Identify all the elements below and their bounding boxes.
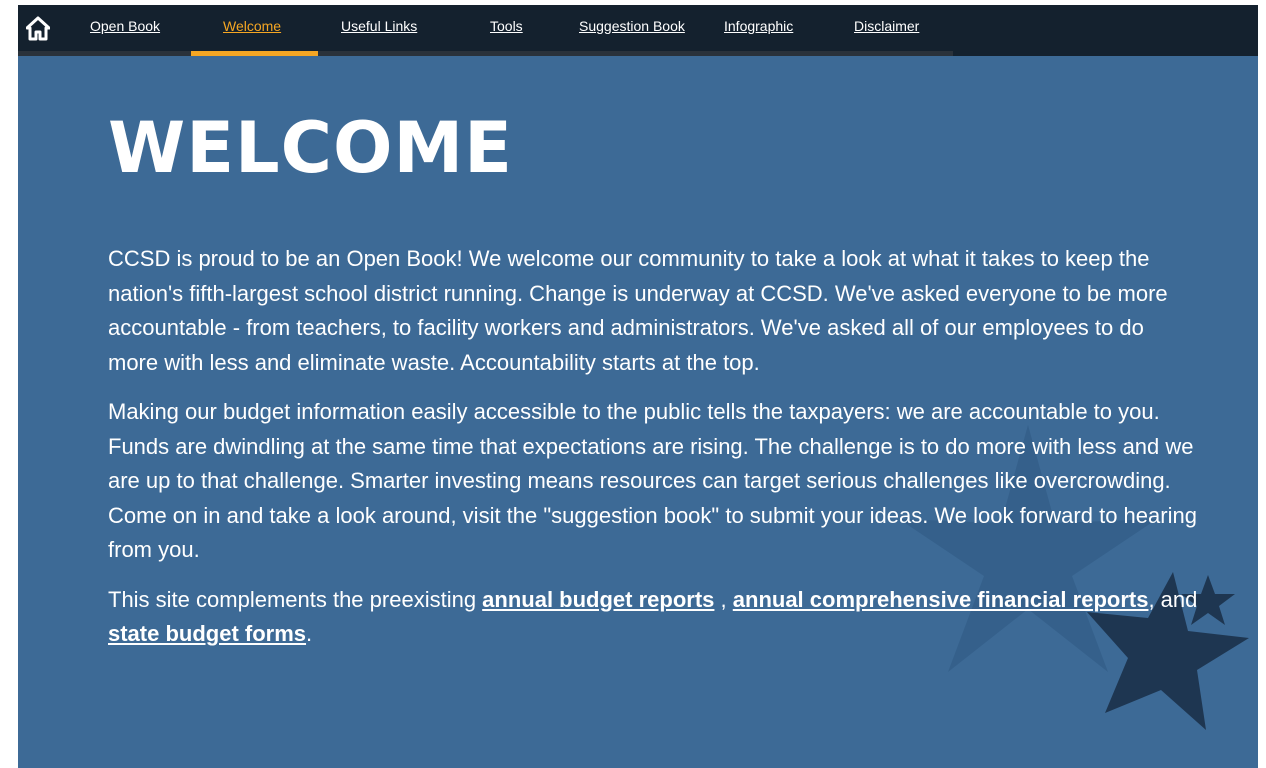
page-title: WELCOME	[108, 107, 513, 189]
intro-paragraph: CCSD is proud to be an Open Book! We wel…	[108, 246, 1168, 375]
nav-infographic[interactable]: Infographic	[724, 18, 793, 34]
nav-welcome[interactable]: Welcome	[223, 18, 281, 34]
home-icon	[25, 16, 51, 41]
top-nav-bar: Open Book Welcome Useful Links Tools Sug…	[18, 5, 1258, 56]
nav-underline	[18, 51, 953, 56]
state-budget-forms-link[interactable]: state budget forms	[108, 621, 306, 646]
separator-and: , and	[1148, 586, 1198, 612]
budget-paragraph: Making our budget information easily acc…	[108, 399, 1197, 562]
complements-prefix: This site complements the preexisting	[108, 586, 483, 612]
complements-paragraph: This site complements the preexisting an…	[108, 583, 1198, 652]
page-frame: Open Book Welcome Useful Links Tools Sug…	[18, 5, 1258, 768]
annual-budget-reports-link[interactable]: annual budget reports	[482, 587, 714, 612]
welcome-content: CCSD is proud to be an Open Book! We wel…	[108, 242, 1198, 667]
nav-tools[interactable]: Tools	[490, 18, 523, 34]
separator-comma: ,	[714, 586, 733, 612]
complements-suffix: .	[306, 621, 313, 646]
annual-financial-reports-link[interactable]: annual comprehensive financial reports	[733, 587, 1149, 612]
nav-suggestion-book[interactable]: Suggestion Book	[579, 18, 685, 34]
active-tab-indicator	[191, 51, 318, 56]
nav-open-book[interactable]: Open Book	[90, 18, 160, 34]
nav-disclaimer[interactable]: Disclaimer	[854, 18, 919, 34]
home-button[interactable]	[25, 16, 51, 42]
nav-useful-links[interactable]: Useful Links	[341, 18, 417, 34]
